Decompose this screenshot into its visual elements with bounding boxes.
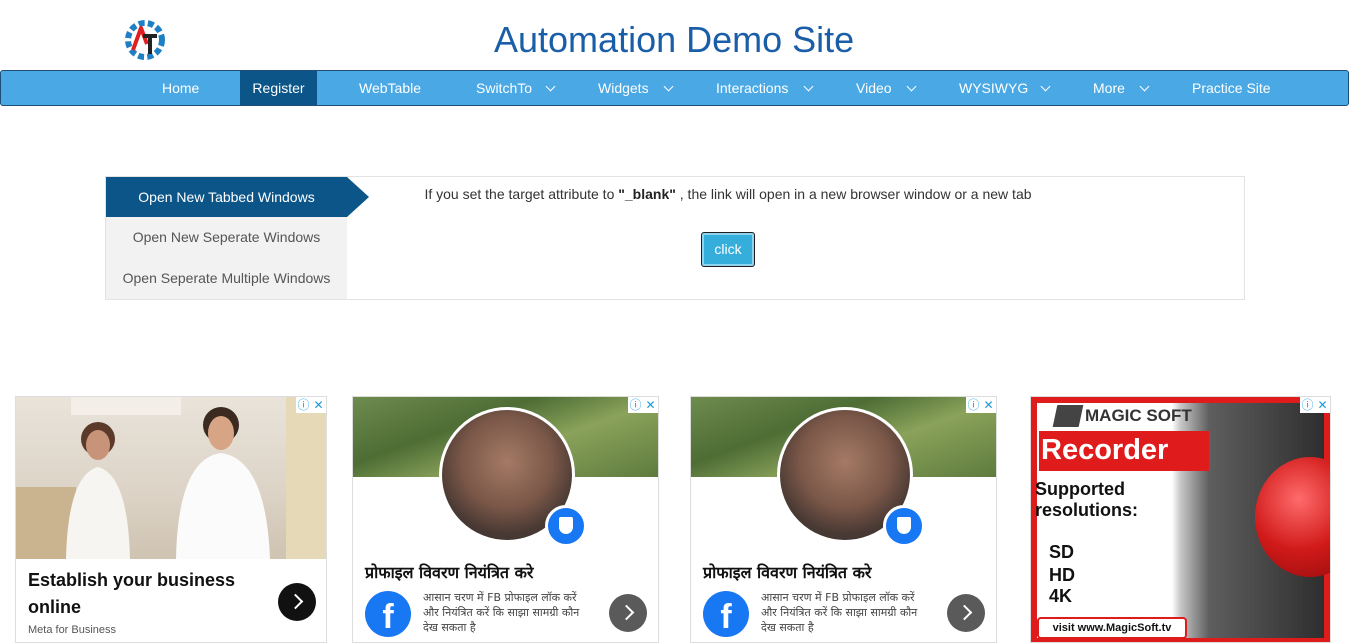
resolution-item: HD xyxy=(1049,565,1075,585)
site-logo-icon[interactable] xyxy=(121,14,169,66)
ad-meta-business[interactable]: ⓘ ✕ Establish your business online Meta … xyxy=(15,396,327,643)
nav-wysiwyg[interactable]: WYSIWYG xyxy=(959,71,1028,105)
ad-facebook-profile-2[interactable]: ⓘ ✕ प्रोफाइल विवरण नियंत्रित करे f आसान … xyxy=(690,396,997,643)
ad-title: Establish your business online xyxy=(28,570,236,617)
resolution-item: SD xyxy=(1049,542,1075,562)
windows-panel: Open New Tabbed Windows Open New Seperat… xyxy=(105,176,1245,300)
page: Automation Demo Site Home Register WebTa… xyxy=(0,0,1366,643)
ad-text: आसान चरण में FB प्रोफाइल लॉक करें और निय… xyxy=(423,591,580,634)
nav-home[interactable]: Home xyxy=(162,71,199,105)
close-icon[interactable]: ✕ xyxy=(643,397,658,413)
ad-visit-link[interactable]: visit www.MagicSoft.tv xyxy=(1037,617,1187,639)
shield-lock-icon xyxy=(545,505,587,547)
chevron-down-icon[interactable] xyxy=(545,81,556,92)
ad-facebook-profile-1[interactable]: ⓘ ✕ प्रोफाइल विवरण नियंत्रित करे f आसान … xyxy=(352,396,659,643)
facebook-logo-icon: f xyxy=(703,591,749,637)
chevron-right-icon[interactable] xyxy=(278,583,316,621)
chevron-right-icon[interactable] xyxy=(609,594,647,632)
nav-interactions[interactable]: Interactions xyxy=(716,71,788,105)
tab-open-seperate-multiple-windows[interactable]: Open Seperate Multiple Windows xyxy=(106,258,347,298)
tab-open-new-tabbed-windows[interactable]: Open New Tabbed Windows xyxy=(106,177,347,217)
info-icon[interactable]: ⓘ xyxy=(296,397,311,413)
nav-webtable[interactable]: WebTable xyxy=(359,71,421,105)
chevron-right-icon[interactable] xyxy=(947,594,985,632)
tab-open-new-seperate-windows[interactable]: Open New Seperate Windows xyxy=(106,217,347,257)
ad-text: आसान चरण में FB प्रोफाइल लॉक करें और निय… xyxy=(761,591,918,634)
close-icon[interactable]: ✕ xyxy=(981,397,996,413)
nav-video[interactable]: Video xyxy=(856,71,892,105)
main-nav: Home Register WebTable SwitchTo Widgets … xyxy=(0,70,1349,106)
nav-register[interactable]: Register xyxy=(240,71,317,105)
ad-magicsoft-recorder[interactable]: MAGIC SOFT Recorder Supported resolution… xyxy=(1030,396,1331,643)
nav-widgets[interactable]: Widgets xyxy=(598,71,649,105)
ad-controls: ⓘ ✕ xyxy=(1300,397,1330,413)
chevron-down-icon[interactable] xyxy=(663,81,674,92)
blank-code: "_blank" xyxy=(618,186,676,202)
tab-description: If you set the target attribute to "_bla… xyxy=(424,186,1032,202)
info-icon[interactable]: ⓘ xyxy=(966,397,981,413)
windows-tab-list: Open New Tabbed Windows Open New Seperat… xyxy=(106,177,369,299)
nav-switchto[interactable]: SwitchTo xyxy=(476,71,532,105)
ad-supported-label: Supported resolutions: xyxy=(1035,479,1139,520)
info-icon[interactable]: ⓘ xyxy=(628,397,643,413)
ad-title: प्रोफाइल विवरण नियंत्रित करे xyxy=(703,563,872,582)
facebook-logo-icon: f xyxy=(365,591,411,637)
click-button[interactable]: click xyxy=(701,232,755,267)
ad-controls: ⓘ ✕ xyxy=(966,397,996,413)
ad-brand: MAGIC SOFT xyxy=(1085,406,1192,425)
ad-controls: ⓘ ✕ xyxy=(628,397,658,413)
chevron-down-icon[interactable] xyxy=(1040,81,1051,92)
info-icon[interactable]: ⓘ xyxy=(1300,397,1315,413)
chevron-down-icon[interactable] xyxy=(803,81,814,92)
site-title: Automation Demo Site xyxy=(494,19,855,60)
close-icon[interactable]: ✕ xyxy=(311,397,326,413)
ad-headline: Recorder xyxy=(1039,431,1209,471)
shield-lock-icon xyxy=(883,505,925,547)
magicsoft-logo-icon xyxy=(1052,405,1084,427)
nav-more[interactable]: More xyxy=(1093,71,1125,105)
ad-sponsor: Meta for Business xyxy=(28,624,117,636)
nav-practice-site[interactable]: Practice Site xyxy=(1192,71,1271,105)
chevron-down-icon[interactable] xyxy=(1139,81,1150,92)
chevron-down-icon[interactable] xyxy=(906,81,917,92)
close-icon[interactable]: ✕ xyxy=(1315,397,1330,413)
ad-title: प्रोफाइल विवरण नियंत्रित करे xyxy=(365,563,534,582)
resolution-item: 4K xyxy=(1049,586,1073,606)
ad-photo xyxy=(16,397,326,559)
ad-controls: ⓘ ✕ xyxy=(296,397,326,413)
